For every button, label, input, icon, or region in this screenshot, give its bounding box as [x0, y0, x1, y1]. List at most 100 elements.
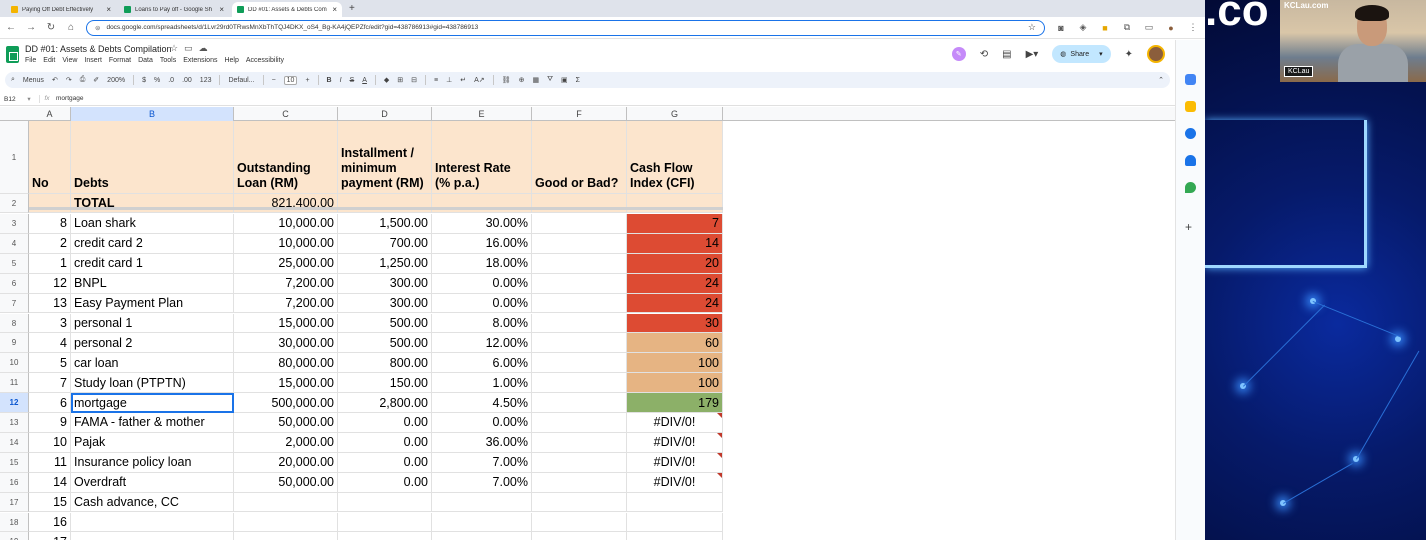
cell-no[interactable]: 5 [29, 353, 71, 374]
column-header-a[interactable]: A [29, 107, 71, 121]
cell-debt[interactable]: credit card 1 [71, 253, 234, 274]
cell[interactable] [627, 194, 723, 213]
cell-outstanding[interactable]: 30,000.00 [234, 333, 338, 354]
cell-outstanding[interactable]: 2,000.00 [234, 432, 338, 453]
cell-outstanding[interactable] [234, 532, 338, 540]
column-header-d[interactable]: D [338, 107, 432, 121]
vertical-align-icon[interactable]: ⊥ [446, 76, 452, 84]
cell-outstanding[interactable]: 15,000.00 [234, 373, 338, 394]
cell-no[interactable]: 8 [29, 214, 71, 234]
menu-extensions[interactable]: Extensions [183, 57, 217, 64]
cell-cfi[interactable] [627, 492, 723, 513]
cell-outstanding[interactable]: 10,000.00 [234, 233, 338, 254]
filter-views-icon[interactable]: ▣ [561, 76, 568, 84]
cell-debt[interactable]: Insurance policy loan [71, 452, 234, 473]
gemini-sparkle-icon[interactable]: ✦ [1125, 49, 1133, 60]
cell-outstanding[interactable]: 50,000.00 [234, 472, 338, 493]
cell-interest-rate[interactable]: 8.00% [432, 313, 532, 334]
cell-installment[interactable]: 0.00 [338, 432, 432, 453]
bold-icon[interactable]: B [327, 77, 332, 84]
cell-outstanding[interactable] [234, 492, 338, 513]
cell-good-or-bad[interactable] [532, 532, 627, 540]
cell-cfi[interactable]: 7 [627, 214, 723, 234]
cell-installment[interactable] [338, 532, 432, 540]
bookmark-star-icon[interactable]: ☆ [1028, 22, 1036, 33]
cell-no[interactable]: 11 [29, 452, 71, 473]
cell-interest-rate[interactable] [432, 512, 532, 533]
cell-good-or-bad[interactable] [532, 214, 627, 234]
close-icon[interactable]: × [106, 5, 111, 14]
column-header-c[interactable]: C [234, 107, 338, 121]
cell-no[interactable]: 3 [29, 313, 71, 334]
cell-debt[interactable]: Loan shark [71, 214, 234, 234]
cell[interactable] [432, 194, 532, 213]
cell-cfi[interactable]: 24 [627, 273, 723, 294]
cell-outstanding[interactable]: 7,200.00 [234, 273, 338, 294]
increase-decimal[interactable]: .00 [182, 77, 192, 84]
menu-edit[interactable]: Edit [43, 57, 55, 64]
row-header[interactable]: 3 [0, 214, 29, 234]
cell-no[interactable]: 9 [29, 413, 71, 433]
cell-no[interactable]: 1 [29, 253, 71, 274]
text-color-icon[interactable]: A [362, 77, 367, 84]
column-header-e[interactable]: E [432, 107, 532, 121]
cell-cfi[interactable]: #DIV/0! [627, 432, 723, 453]
cell-interest-rate[interactable] [432, 492, 532, 513]
cell-interest-rate[interactable]: 0.00% [432, 293, 532, 314]
cell-no[interactable]: 13 [29, 293, 71, 314]
video-call-icon[interactable]: ▶▾ [1026, 49, 1039, 60]
maps-icon[interactable] [1185, 182, 1196, 193]
cell-interest-rate[interactable]: 1.00% [432, 373, 532, 394]
cell-installment[interactable]: 500.00 [338, 333, 432, 354]
cell-cfi[interactable]: 30 [627, 313, 723, 334]
header-interest-rate[interactable]: Interest Rate (% p.a.) [432, 121, 532, 194]
menu-data[interactable]: Data [138, 57, 153, 64]
share-button[interactable]: ◍ Share ▾ [1052, 45, 1111, 63]
percent-format[interactable]: % [154, 77, 160, 84]
cell-installment[interactable]: 0.00 [338, 413, 432, 433]
cell-interest-rate[interactable]: 4.50% [432, 393, 532, 413]
puzzle-extensions-icon[interactable]: ⧉ [1121, 22, 1133, 33]
cell-no[interactable]: 4 [29, 333, 71, 354]
cell-interest-rate[interactable]: 16.00% [432, 233, 532, 254]
row-header[interactable]: 9 [0, 333, 29, 354]
cell[interactable] [29, 194, 71, 213]
avatar[interactable] [1147, 45, 1165, 63]
cell-outstanding[interactable]: 10,000.00 [234, 214, 338, 234]
row-header[interactable]: 12 [0, 393, 29, 413]
insert-chart-icon[interactable]: ▦ [532, 76, 539, 84]
cell-no[interactable]: 16 [29, 512, 71, 533]
cell-good-or-bad[interactable] [532, 393, 627, 413]
cell-installment[interactable]: 0.00 [338, 472, 432, 493]
cell-installment[interactable] [338, 492, 432, 513]
menu-insert[interactable]: Insert [84, 57, 102, 64]
row-header[interactable]: 19 [0, 532, 29, 540]
cell-good-or-bad[interactable] [532, 233, 627, 254]
row-header[interactable]: 10 [0, 353, 29, 374]
insert-comment-icon[interactable]: ⊕ [519, 76, 525, 84]
horizontal-align-icon[interactable]: ≡ [434, 77, 438, 84]
cell-good-or-bad[interactable] [532, 492, 627, 513]
header-debts[interactable]: Debts [71, 121, 234, 194]
cell-debt[interactable]: mortgage [71, 393, 234, 413]
browser-tab[interactable]: Paying Off Debt Effectively × [6, 2, 116, 17]
spreadsheet-grid[interactable]: A B C D E F G 1 2 3 4 5 6 7 8 9 10 11 12 13 14 15 16 17 1… [0, 107, 1175, 540]
meet-icon[interactable]: ✎ [951, 47, 966, 61]
cell-interest-rate[interactable]: 30.00% [432, 214, 532, 234]
cell-debt[interactable]: personal 2 [71, 333, 234, 354]
cell-no[interactable]: 10 [29, 432, 71, 453]
cell-installment[interactable]: 2,800.00 [338, 393, 432, 413]
cell-good-or-bad[interactable] [532, 333, 627, 354]
menu-help[interactable]: Help [224, 57, 238, 64]
comments-icon[interactable]: ▤ [1002, 49, 1011, 60]
frozen-row-divider[interactable] [29, 207, 723, 210]
borders-icon[interactable]: ⊞ [397, 76, 403, 84]
cell-debt[interactable]: BNPL [71, 273, 234, 294]
row-header[interactable]: 13 [0, 413, 29, 433]
cell-cfi[interactable]: #DIV/0! [627, 472, 723, 493]
cell-cfi[interactable] [627, 532, 723, 540]
merge-cells-icon[interactable]: ⊟ [411, 76, 417, 84]
cell-no[interactable]: 7 [29, 373, 71, 394]
font-size-decrease-icon[interactable]: − [272, 77, 276, 84]
cell[interactable] [338, 194, 432, 213]
